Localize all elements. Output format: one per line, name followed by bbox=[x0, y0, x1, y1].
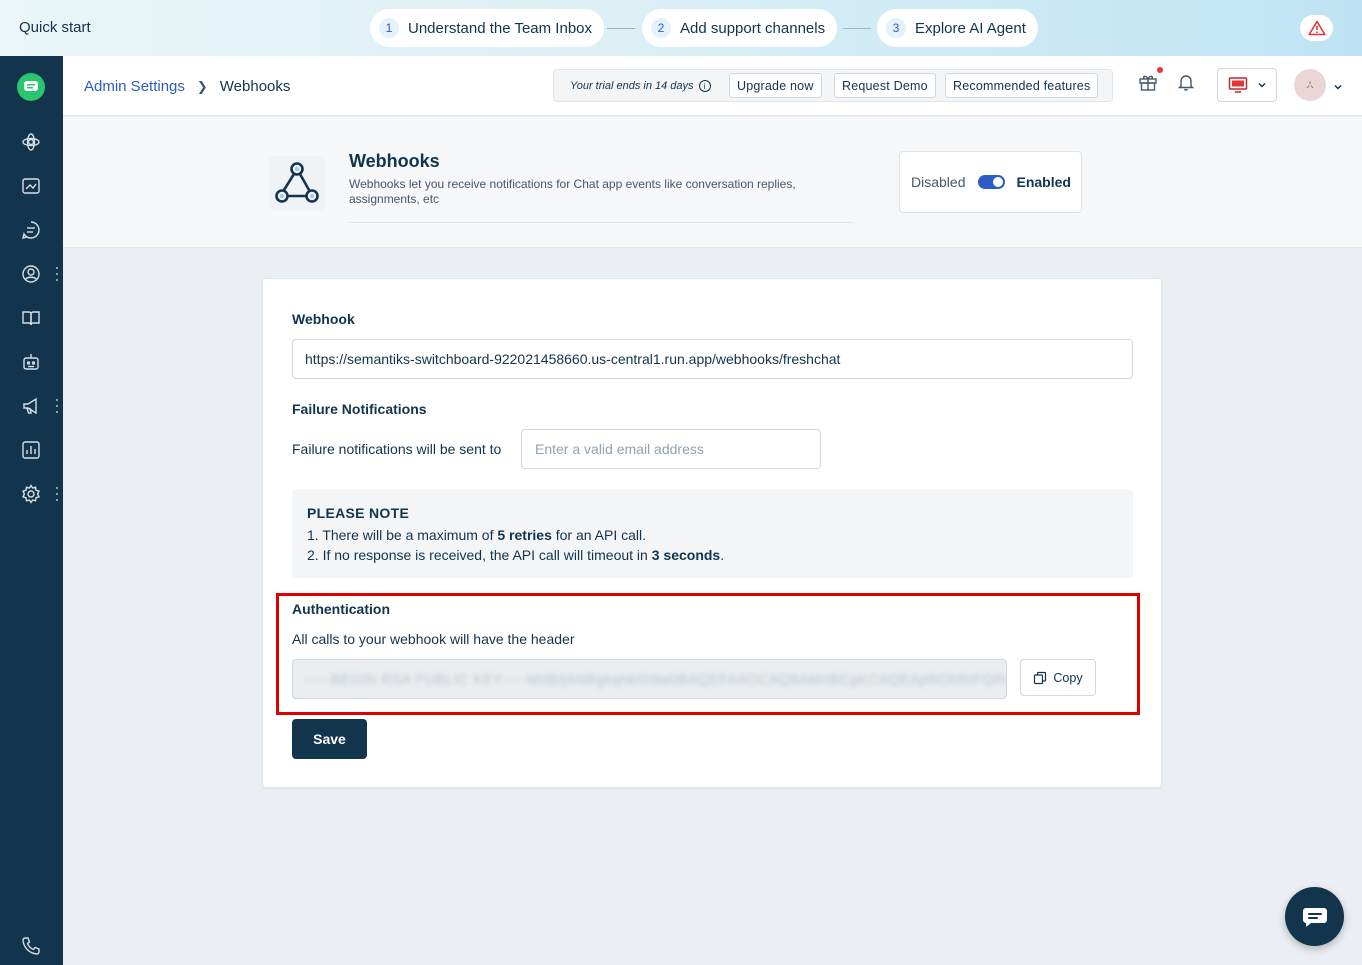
breadcrumb-chevron-icon: ❯ bbox=[196, 78, 208, 94]
request-demo-button[interactable]: Request Demo bbox=[834, 73, 936, 98]
reports-icon[interactable] bbox=[20, 439, 42, 461]
note-line-1: 1. There will be a maximum of 5 retries … bbox=[307, 527, 647, 543]
toggle-disabled-label: Disabled bbox=[911, 174, 966, 190]
webhook-label: Webhook bbox=[292, 311, 355, 327]
conversations-icon[interactable] bbox=[20, 219, 42, 241]
phone-icon[interactable] bbox=[20, 935, 42, 957]
save-button[interactable]: Save bbox=[292, 719, 367, 759]
quick-start-step-3[interactable]: 3 Explore AI Agent bbox=[877, 9, 1038, 47]
note-title: PLEASE NOTE bbox=[307, 505, 410, 521]
bell-icon[interactable] bbox=[1177, 73, 1199, 95]
recommended-features-button[interactable]: Recommended features bbox=[945, 73, 1099, 98]
dashboard-icon[interactable] bbox=[20, 175, 42, 197]
ai-agent-icon[interactable] bbox=[20, 131, 42, 153]
failure-notifications-label: Failure Notifications bbox=[292, 401, 427, 417]
warning-triangle-icon[interactable] bbox=[1300, 15, 1333, 41]
more-options-icon[interactable] bbox=[54, 399, 60, 413]
webhook-icon bbox=[269, 156, 325, 210]
step-number: 2 bbox=[651, 18, 671, 38]
info-icon[interactable]: i bbox=[698, 80, 711, 92]
trial-banner: Your trial ends in 14 days i Upgrade now… bbox=[553, 69, 1113, 102]
webhook-status-toggle-box: Disabled Enabled bbox=[899, 151, 1082, 213]
chat-widget-button[interactable] bbox=[1285, 887, 1344, 946]
breadcrumb-admin-settings-link[interactable]: Admin Settings bbox=[84, 78, 185, 95]
notification-dot bbox=[1157, 67, 1163, 73]
enable-toggle-switch[interactable] bbox=[978, 175, 1006, 189]
avatar[interactable] bbox=[1294, 69, 1326, 101]
step-number: 1 bbox=[379, 18, 399, 38]
chat-icon bbox=[1302, 907, 1327, 927]
upgrade-now-button[interactable]: Upgrade now bbox=[729, 73, 822, 98]
step-number: 3 bbox=[886, 18, 906, 38]
page-description: Webhooks let you receive notifications f… bbox=[349, 177, 796, 206]
chevron-down-icon[interactable] bbox=[1333, 78, 1343, 90]
note-line-2: 2. If no response is received, the API c… bbox=[307, 547, 725, 563]
page-title: Webhooks bbox=[349, 151, 440, 171]
step-label: Explore AI Agent bbox=[915, 19, 1026, 37]
page-title-section: Webhooks Webhooks let you receive notifi… bbox=[63, 117, 1362, 248]
step-connector bbox=[607, 28, 635, 29]
status-selector[interactable] bbox=[1217, 68, 1277, 102]
breadcrumb-current: Webhooks bbox=[219, 78, 291, 95]
failure-email-input[interactable] bbox=[521, 429, 821, 469]
more-options-icon[interactable] bbox=[54, 267, 60, 281]
bot-icon[interactable] bbox=[20, 351, 42, 373]
breadcrumb: Admin Settings ❯ Webhooks bbox=[84, 78, 290, 95]
knowledge-base-icon[interactable] bbox=[20, 307, 42, 329]
webhook-url-input[interactable] bbox=[292, 339, 1133, 379]
chevron-down-icon bbox=[1258, 82, 1266, 88]
quick-start-step-1[interactable]: 1 Understand the Team Inbox bbox=[370, 9, 605, 47]
please-note-box: PLEASE NOTE 1. There will be a maximum o… bbox=[292, 489, 1133, 578]
contacts-icon[interactable] bbox=[20, 263, 42, 285]
monitor-icon bbox=[1228, 77, 1248, 93]
trial-text: Your trial ends in 14 days i bbox=[570, 80, 711, 92]
quick-start-bar: Quick start 1 Understand the Team Inbox … bbox=[0, 0, 1362, 56]
trial-text-label: Your trial ends in 14 days bbox=[570, 80, 694, 92]
authentication-highlight-box bbox=[276, 593, 1140, 715]
quick-start-step-2[interactable]: 2 Add support channels bbox=[642, 9, 838, 47]
step-connector bbox=[843, 28, 871, 29]
top-header: Admin Settings ❯ Webhooks Your trial end… bbox=[63, 56, 1362, 116]
step-label: Add support channels bbox=[680, 19, 826, 37]
quick-start-title: Quick start bbox=[19, 19, 91, 36]
settings-gear-icon[interactable] bbox=[20, 483, 42, 505]
step-label: Understand the Team Inbox bbox=[408, 19, 593, 37]
more-options-icon[interactable] bbox=[54, 487, 60, 501]
toggle-enabled-label: Enabled bbox=[1016, 174, 1071, 190]
campaigns-megaphone-icon[interactable] bbox=[20, 395, 42, 417]
gift-icon[interactable] bbox=[1138, 72, 1160, 94]
failure-notifications-text: Failure notifications will be sent to bbox=[292, 441, 502, 457]
sidebar bbox=[0, 56, 63, 965]
divider bbox=[349, 222, 853, 223]
freshchat-logo-icon[interactable] bbox=[17, 73, 45, 101]
